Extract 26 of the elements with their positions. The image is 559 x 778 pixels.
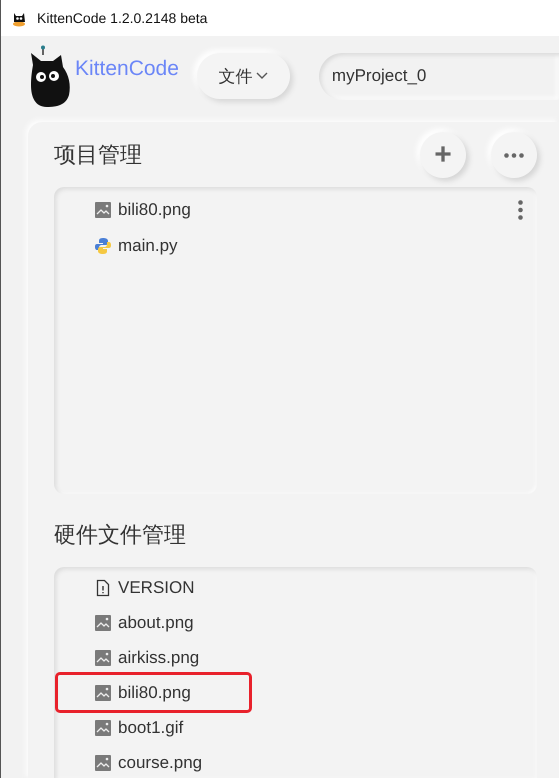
window-title: KittenCode 1.2.0.2148 beta <box>37 10 208 26</box>
project-name-field[interactable]: myProject_0 <box>318 52 559 100</box>
image-icon <box>94 718 112 736</box>
section-title: 硬件文件管理 <box>54 522 187 550</box>
file-item[interactable]: VERSION <box>118 578 195 598</box>
image-icon <box>94 684 112 702</box>
file-item[interactable]: boot1.gif <box>118 718 184 738</box>
ellipsis-icon <box>504 152 524 158</box>
add-button[interactable]: + <box>420 132 466 178</box>
file-item[interactable]: about.png <box>118 612 194 632</box>
file-warning-icon <box>94 578 112 596</box>
section-title: 项目管理 <box>54 142 143 170</box>
kebab-menu-button[interactable] <box>518 200 523 220</box>
chevron-down-icon <box>256 72 268 80</box>
image-icon <box>94 754 112 772</box>
file-item[interactable]: airkiss.png <box>118 648 200 668</box>
image-icon <box>94 648 112 666</box>
file-item[interactable]: main.py <box>118 236 178 256</box>
app-logo-text: KittenCode <box>75 57 179 81</box>
file-item[interactable]: course.png <box>118 752 202 772</box>
image-icon <box>94 201 112 219</box>
python-icon <box>94 237 112 255</box>
file-menu-button[interactable]: 文件 <box>196 53 290 99</box>
file-item[interactable]: bili80.png <box>118 682 191 702</box>
image-icon <box>94 614 112 632</box>
file-item[interactable]: bili80.png <box>118 200 191 220</box>
